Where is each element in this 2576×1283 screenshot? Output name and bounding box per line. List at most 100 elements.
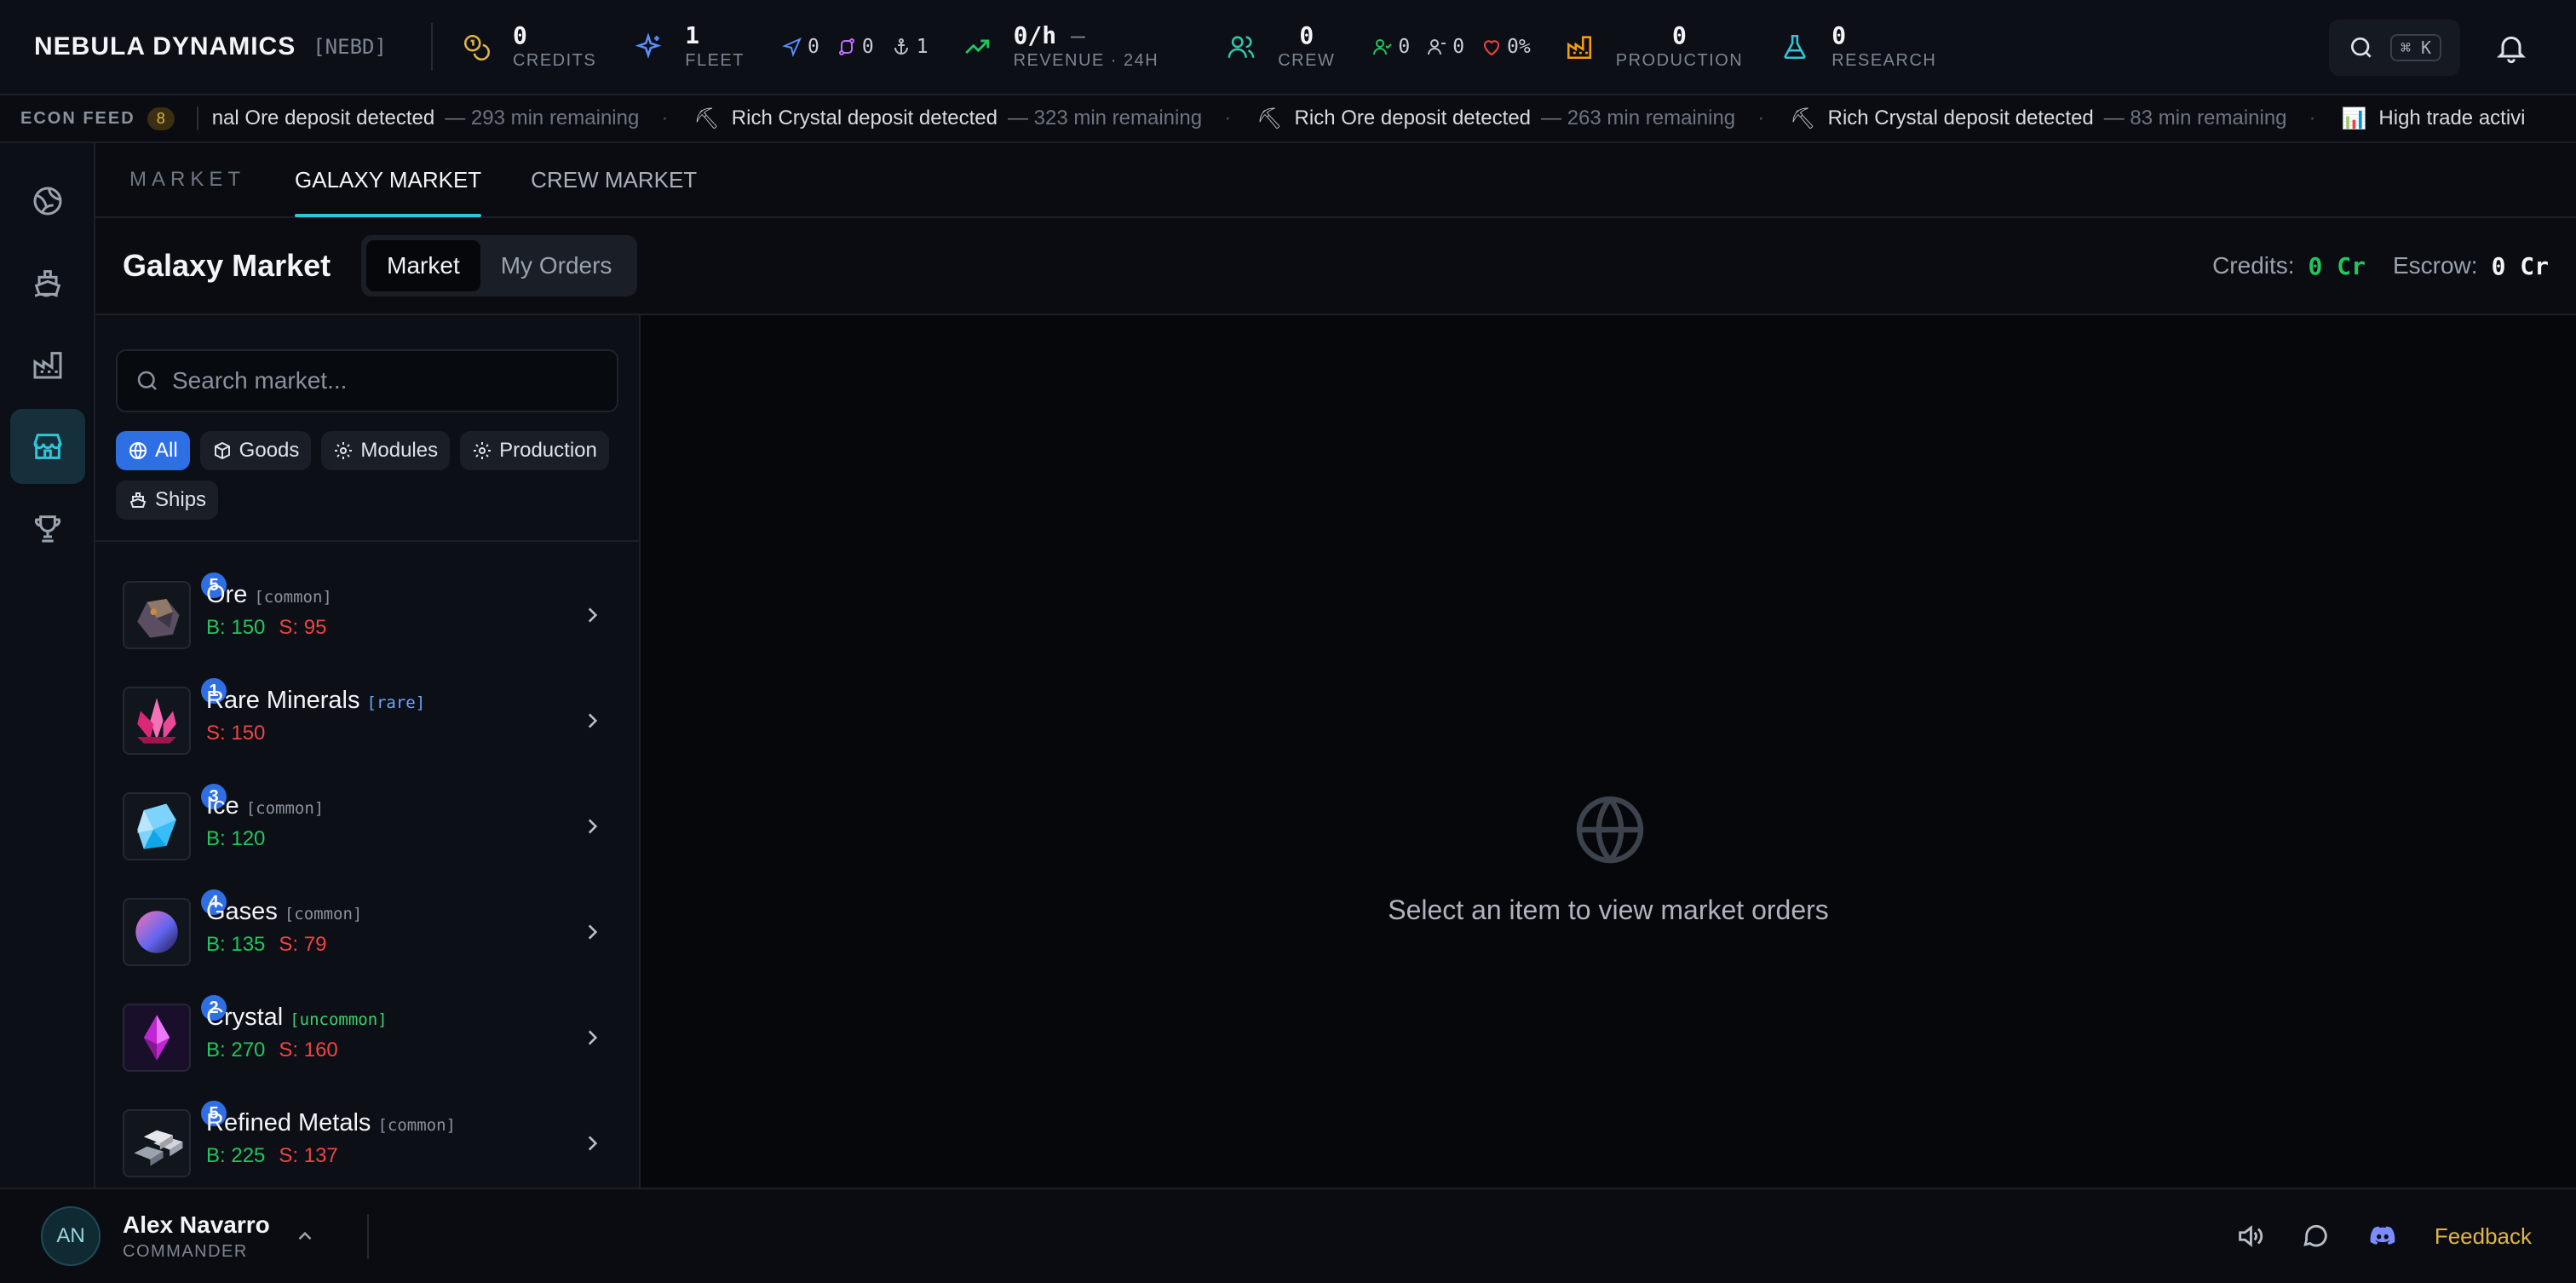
tab-crew-market[interactable]: CREW MARKET bbox=[531, 142, 697, 217]
ice-icon: 3 bbox=[123, 784, 227, 860]
user-check-icon bbox=[1373, 39, 1393, 55]
discord-icon[interactable] bbox=[2368, 1222, 2397, 1251]
buy-price: B: 150 bbox=[206, 616, 266, 639]
research-stat[interactable]: 0 RESEARCH bbox=[1780, 22, 1936, 72]
list-item[interactable]: 5 Ore [common] B: 150 S: 95 bbox=[95, 562, 639, 668]
filter-goods[interactable]: Goods bbox=[199, 431, 312, 470]
market-view-button[interactable]: Market bbox=[366, 240, 480, 291]
gear-icon bbox=[335, 442, 353, 459]
order-detail-panel: Select an item to view market orders bbox=[641, 329, 2576, 1188]
tab-galaxy-market[interactable]: GALAXY MARKET bbox=[295, 142, 482, 217]
sidebar-item-production[interactable] bbox=[10, 327, 85, 402]
item-name: Ore bbox=[206, 581, 248, 608]
sidebar-item-galaxy[interactable] bbox=[10, 164, 85, 239]
crew-stat[interactable]: 0 CREW bbox=[1227, 22, 1335, 72]
rarity-tag: [common] bbox=[377, 1116, 456, 1135]
item-name: Ice bbox=[206, 792, 239, 820]
my-orders-button[interactable]: My Orders bbox=[480, 240, 633, 291]
filter-production[interactable]: Production bbox=[460, 431, 609, 470]
sell-price: S: 150 bbox=[206, 722, 266, 745]
navigation-icon bbox=[781, 37, 802, 57]
list-item[interactable]: 4 Gases [common] B: 135 S: 79 bbox=[95, 879, 639, 985]
feed-item: ⛏ Rich Crystal deposit detected — 83 min r… bbox=[1790, 106, 2316, 130]
chevron-right-icon bbox=[588, 1136, 598, 1151]
crew-available: 0 bbox=[1372, 36, 1410, 58]
list-item[interactable]: 2 Crystal [uncommon] B: 270 S: 160 bbox=[95, 985, 639, 1090]
revenue-value: 0/h bbox=[1013, 21, 1057, 49]
factory-icon bbox=[33, 352, 62, 379]
feed-item: 📊 High trade activi bbox=[2341, 106, 2526, 130]
credits-label: Credits: bbox=[2212, 252, 2295, 279]
filter-all[interactable]: All bbox=[116, 431, 190, 470]
ship-icon bbox=[129, 492, 147, 508]
market-list-panel: All Goods Modules Production Ships 5 bbox=[95, 315, 641, 1188]
crew-label: CREW bbox=[1278, 51, 1336, 70]
mining-pick-icon: ⛏ bbox=[693, 106, 720, 130]
divider bbox=[95, 540, 639, 542]
user-name: Alex Navarro bbox=[123, 1211, 270, 1238]
crew-assigned: 0 bbox=[1427, 36, 1464, 58]
feedback-link[interactable]: Feedback bbox=[2435, 1223, 2532, 1250]
filter-modules[interactable]: Modules bbox=[321, 431, 451, 470]
search-input[interactable] bbox=[172, 367, 598, 394]
production-stat[interactable]: 0 PRODUCTION bbox=[1565, 22, 1743, 72]
buy-price: B: 135 bbox=[206, 933, 266, 956]
search-icon bbox=[2350, 37, 2372, 58]
bell-icon[interactable] bbox=[2494, 31, 2528, 65]
revenue-stat[interactable]: 0/h — REVENUE · 24H bbox=[963, 22, 1159, 72]
chevron-right-icon bbox=[588, 713, 598, 728]
revenue-trend: — bbox=[1071, 21, 1085, 49]
flask-icon bbox=[1784, 34, 1806, 60]
fleet-label: FLEET bbox=[685, 51, 745, 70]
sidebar-item-fleet[interactable] bbox=[10, 245, 85, 320]
command-search-button[interactable]: ⌘ K bbox=[2329, 20, 2460, 76]
buy-price: B: 120 bbox=[206, 827, 266, 850]
feed-item: ⛏ Rich Ore deposit detected — 263 min rema… bbox=[1256, 106, 1765, 130]
sidebar-item-leaderboard[interactable] bbox=[10, 491, 85, 566]
list-item[interactable]: 1 Rare Minerals [rare] S: 150 bbox=[95, 668, 639, 774]
divider bbox=[430, 23, 433, 71]
fleet-docked: 1 bbox=[891, 36, 929, 58]
chevron-up-icon[interactable] bbox=[294, 1225, 316, 1247]
market-tabs: MARKET GALAXY MARKET CREW MARKET bbox=[95, 143, 2576, 218]
mining-pick-icon: ⛏ bbox=[1256, 106, 1283, 130]
volume-icon[interactable] bbox=[2235, 1222, 2264, 1251]
rarity-tag: [common] bbox=[254, 588, 332, 607]
list-item[interactable]: 5 Refined Metals [common] B: 225 S: 137 bbox=[95, 1090, 639, 1196]
sell-price: S: 95 bbox=[279, 616, 327, 639]
fleet-moving: 0 bbox=[781, 36, 819, 58]
box-icon bbox=[214, 441, 230, 460]
ship-icon bbox=[34, 270, 61, 297]
user-info[interactable]: Alex Navarro COMMANDER bbox=[123, 1211, 270, 1262]
chart-icon: 📊 bbox=[2341, 106, 2367, 130]
chevron-right-icon bbox=[588, 819, 598, 834]
feed-item: nal Ore deposit detected — 293 min remain… bbox=[211, 106, 669, 129]
item-name: Refined Metals bbox=[206, 1109, 371, 1136]
credits-stat[interactable]: 0 CREDITS bbox=[462, 22, 596, 72]
route-icon bbox=[838, 38, 854, 55]
buy-price: B: 225 bbox=[206, 1144, 266, 1167]
fleet-value: 1 bbox=[685, 21, 700, 49]
sidebar-item-market[interactable] bbox=[10, 409, 85, 484]
filter-ships[interactable]: Ships bbox=[116, 480, 219, 520]
production-label: PRODUCTION bbox=[1615, 51, 1744, 70]
company-ticker: [NEBD] bbox=[313, 35, 387, 59]
top-bar: NEBULA DYNAMICS [NEBD] 0 CREDITS 1 FLEET 0… bbox=[0, 0, 2576, 95]
avatar[interactable]: AN bbox=[41, 1206, 101, 1266]
crew-morale: 0% bbox=[1481, 36, 1531, 58]
rarity-tag: [uncommon] bbox=[290, 1010, 388, 1029]
empty-state-message: Select an item to view market orders bbox=[1388, 895, 1829, 925]
bottom-bar: AN Alex Navarro COMMANDER Feedback bbox=[0, 1188, 2576, 1283]
fleet-stat[interactable]: 1 FLEET bbox=[634, 22, 745, 72]
globe-icon bbox=[1576, 796, 1644, 864]
rare-minerals-icon: 1 bbox=[123, 678, 227, 755]
gases-icon: 4 bbox=[123, 889, 227, 966]
chat-icon[interactable] bbox=[2302, 1222, 2331, 1251]
revenue-label: REVENUE · 24H bbox=[1013, 51, 1159, 70]
page-title: Galaxy Market bbox=[123, 248, 331, 283]
list-item[interactable]: 3 Ice [common] B: 120 bbox=[95, 774, 639, 879]
item-name: Crystal bbox=[206, 1004, 284, 1031]
research-label: RESEARCH bbox=[1831, 51, 1937, 70]
trophy-icon bbox=[34, 515, 61, 543]
crystal-icon: 2 bbox=[123, 995, 227, 1072]
